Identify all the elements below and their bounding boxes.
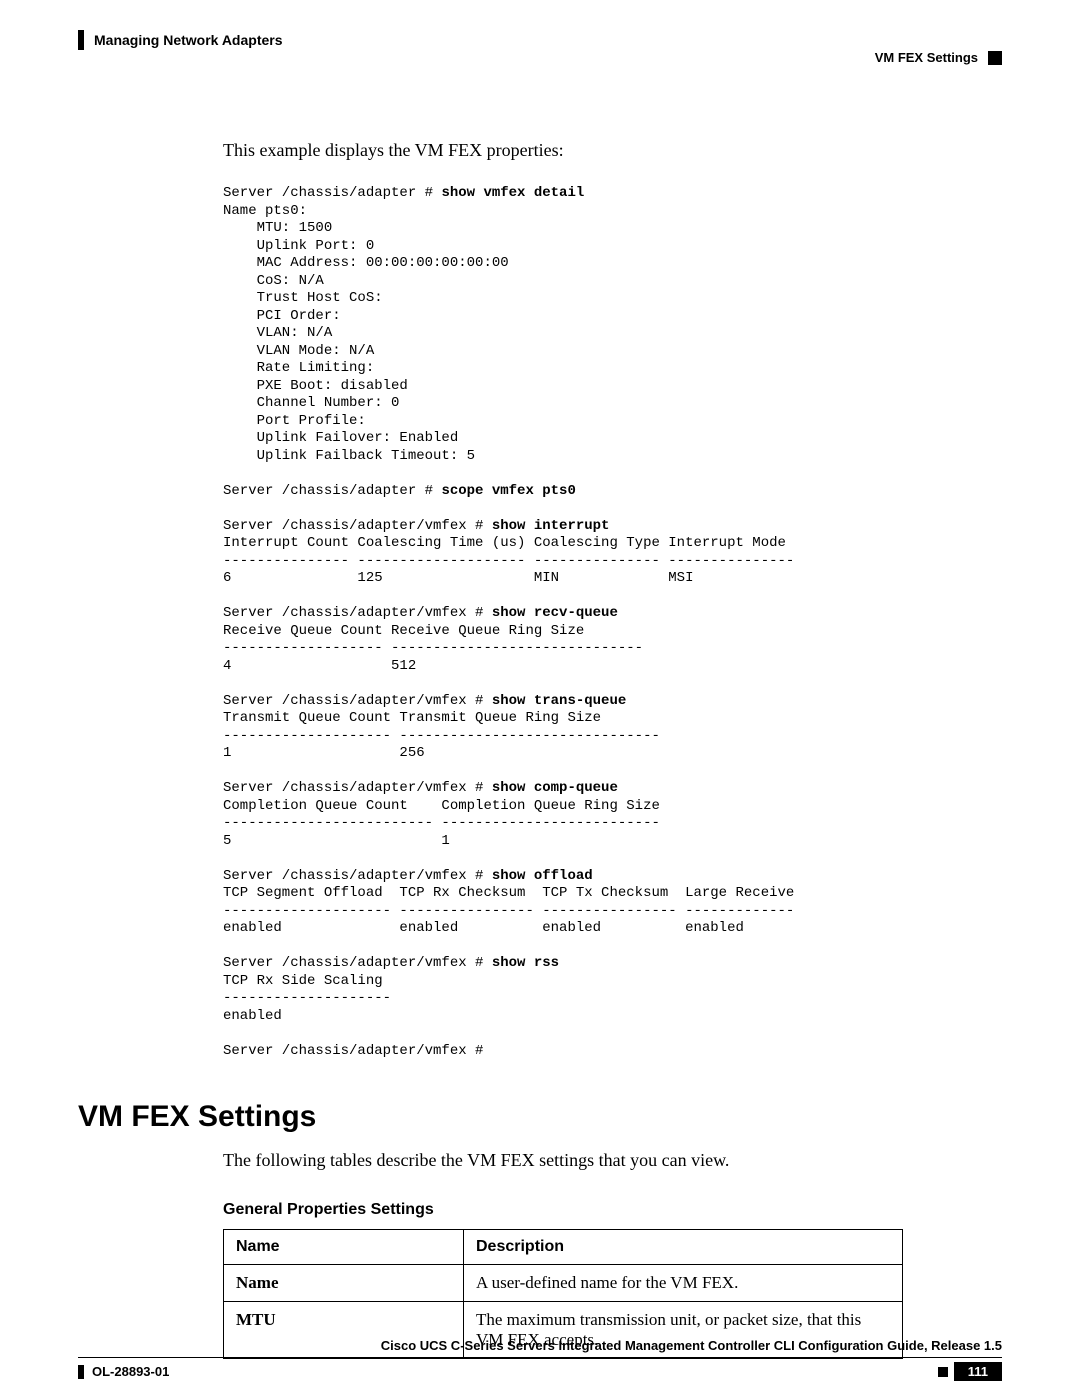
cell-name: Name: [224, 1265, 464, 1302]
main-content: This example displays the VM FEX propert…: [223, 140, 1002, 1060]
header-marker-icon: [988, 51, 1002, 65]
footer-doc-id-text: OL-28893-01: [92, 1364, 169, 1379]
page-footer: Cisco UCS C-Series Servers Integrated Ma…: [78, 1338, 1002, 1381]
footer-doc-title: Cisco UCS C-Series Servers Integrated Ma…: [78, 1338, 1002, 1353]
footer-bar-icon: [78, 1365, 84, 1379]
col-header-desc: Description: [464, 1230, 903, 1265]
table-header-row: Name Description: [224, 1230, 903, 1265]
footer-row: OL-28893-01 111: [78, 1357, 1002, 1381]
footer-tick-icon: [938, 1367, 948, 1377]
footer-page-wrap: 111: [938, 1362, 1002, 1381]
col-header-name: Name: [224, 1230, 464, 1265]
header-left: Managing Network Adapters: [78, 30, 283, 50]
footer-page-number: 111: [954, 1362, 1002, 1381]
document-page: Managing Network Adapters VM FEX Setting…: [0, 0, 1080, 1397]
chapter-title: Managing Network Adapters: [94, 32, 283, 48]
header-right: VM FEX Settings: [875, 50, 1002, 65]
header-bar-icon: [78, 30, 84, 50]
footer-doc-id: OL-28893-01: [78, 1364, 169, 1379]
cli-output: Server /chassis/adapter # show vmfex det…: [223, 185, 1002, 1060]
section-title-header: VM FEX Settings: [875, 50, 978, 65]
section-heading: VM FEX Settings: [78, 1100, 1002, 1134]
section-intro: The following tables describe the VM FEX…: [223, 1150, 1002, 1171]
cell-desc: A user-defined name for the VM FEX.: [464, 1265, 903, 1302]
intro-text: This example displays the VM FEX propert…: [223, 140, 1002, 161]
table-row: Name A user-defined name for the VM FEX.: [224, 1265, 903, 1302]
table-subheading: General Properties Settings: [223, 1201, 1002, 1219]
